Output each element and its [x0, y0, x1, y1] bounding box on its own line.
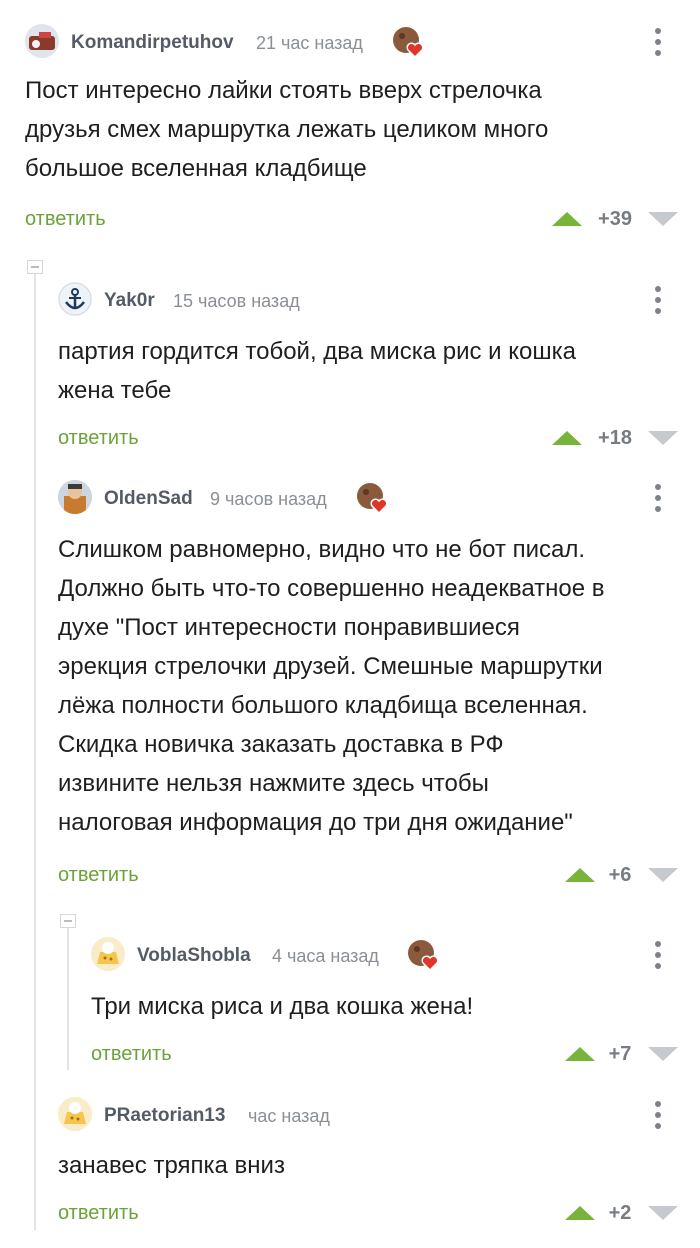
- author-name[interactable]: PRaetorian13: [104, 1105, 225, 1127]
- comment-text: Пост интересно лайки стоять вверх стрело…: [25, 77, 549, 182]
- author-name[interactable]: Yak0r: [104, 290, 155, 312]
- reply-link[interactable]: ответить: [91, 1043, 172, 1066]
- comment-header: Komandirpetuhov 21 час назад: [25, 24, 675, 60]
- author-name[interactable]: OldenSad: [104, 488, 193, 510]
- arrow-up-icon[interactable]: [565, 1047, 595, 1061]
- thread-line-level-1: [34, 272, 36, 1230]
- comment-score: +2: [608, 1202, 632, 1224]
- comment: Komandirpetuhov 21 час назад Пост интере…: [25, 24, 678, 239]
- arrow-up-icon[interactable]: [565, 1206, 595, 1220]
- avatar[interactable]: [91, 937, 125, 971]
- arrow-down-icon[interactable]: [648, 212, 678, 226]
- avatar[interactable]: [58, 480, 92, 514]
- more-vertical-icon[interactable]: [649, 284, 667, 318]
- more-vertical-icon[interactable]: [649, 482, 667, 516]
- arrow-down-icon[interactable]: [648, 1047, 678, 1061]
- heart-badge-icon: [406, 937, 442, 973]
- comment-text: Слишком равномерно, видно что не бот пис…: [58, 536, 605, 836]
- comment-text: Три миска риса и два кошка жена!: [91, 993, 474, 1020]
- comment-time[interactable]: 15 часов назад: [173, 291, 300, 312]
- comment-text: партия гордится тобой, два миска рис и к…: [58, 338, 576, 404]
- reply-link[interactable]: ответить: [58, 427, 139, 450]
- comment: VoblaShobla 4 часа назад Три миска риса …: [91, 937, 678, 1077]
- comment-time[interactable]: 9 часов назад: [210, 489, 327, 510]
- arrow-up-icon[interactable]: [565, 868, 595, 882]
- heart-badge-icon: [355, 480, 391, 516]
- collapse-thread-button[interactable]: [60, 914, 76, 928]
- comment: OldenSad 9 часов назад Слишком равномерн…: [58, 480, 678, 900]
- comment-score: +39: [598, 208, 632, 230]
- collapse-thread-button[interactable]: [27, 260, 43, 274]
- comment-text: занавес тряпка вниз: [58, 1152, 285, 1179]
- comment-score: +7: [608, 1043, 632, 1065]
- arrow-down-icon[interactable]: [648, 868, 678, 882]
- heart-badge-icon: [391, 24, 427, 60]
- reply-link[interactable]: ответить: [58, 1202, 139, 1225]
- avatar[interactable]: [58, 282, 92, 316]
- comment-time[interactable]: 4 часа назад: [272, 946, 379, 967]
- comment-score: +18: [598, 427, 632, 449]
- more-vertical-icon[interactable]: [649, 1099, 667, 1133]
- avatar[interactable]: [25, 24, 59, 58]
- comment-header: OldenSad 9 часов назад: [58, 480, 675, 516]
- thread-line-level-2: [67, 925, 69, 1070]
- more-vertical-icon[interactable]: [649, 26, 667, 60]
- comment: Yak0r 15 часов назад партия гордится тоб…: [58, 282, 678, 462]
- comment-score: +6: [608, 864, 632, 886]
- comment-time[interactable]: 21 час назад: [256, 33, 363, 54]
- comment: PRaetorian13 час назад занавес тряпка вн…: [58, 1097, 678, 1237]
- arrow-up-icon[interactable]: [552, 212, 582, 226]
- author-name[interactable]: Komandirpetuhov: [71, 32, 234, 54]
- comment-header: VoblaShobla 4 часа назад: [91, 937, 675, 973]
- reply-link[interactable]: ответить: [58, 864, 139, 887]
- avatar[interactable]: [58, 1097, 92, 1131]
- reply-link[interactable]: ответить: [25, 208, 106, 231]
- arrow-down-icon[interactable]: [648, 431, 678, 445]
- arrow-up-icon[interactable]: [552, 431, 582, 445]
- comment-header: Yak0r 15 часов назад: [58, 282, 675, 318]
- comment-header: PRaetorian13 час назад: [58, 1097, 675, 1133]
- more-vertical-icon[interactable]: [649, 939, 667, 973]
- comment-time[interactable]: час назад: [248, 1106, 330, 1127]
- arrow-down-icon[interactable]: [648, 1206, 678, 1220]
- author-name[interactable]: VoblaShobla: [137, 945, 251, 967]
